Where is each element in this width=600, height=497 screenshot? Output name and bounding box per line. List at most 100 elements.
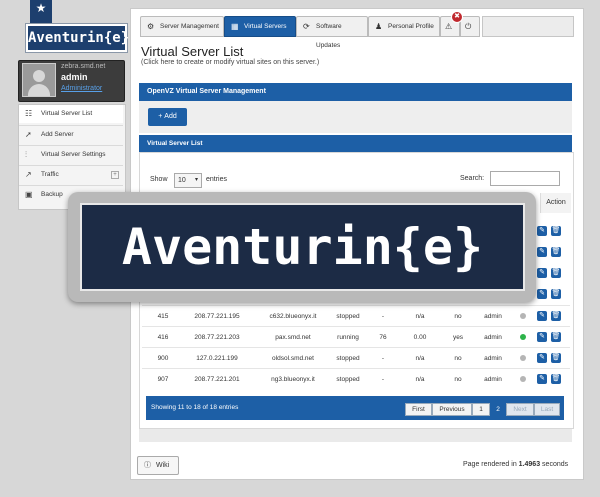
edit-icon[interactable]: ✎ bbox=[537, 268, 547, 278]
refresh-icon: ⟳ bbox=[303, 22, 310, 31]
cell-ip: 208.77.221.201 bbox=[194, 376, 240, 383]
cell-ip: 208.77.221.203 bbox=[194, 334, 240, 341]
status-dot bbox=[520, 355, 526, 361]
cell-col7: yes bbox=[452, 334, 464, 341]
pager-page-2-button[interactable]: 2 bbox=[490, 403, 506, 416]
tab-label: Personal Profile bbox=[388, 23, 434, 30]
arrow-icon: ➚ bbox=[25, 130, 32, 139]
pager-next-button[interactable]: Next bbox=[506, 403, 534, 416]
tab-logout[interactable]: ⏻ bbox=[460, 16, 480, 37]
cell-state: stopped bbox=[336, 376, 360, 383]
tab-server-management[interactable]: ⚙ Server Management bbox=[140, 16, 224, 37]
edit-icon[interactable]: ✎ bbox=[537, 226, 547, 236]
cell-state: stopped bbox=[336, 313, 360, 320]
sidebar-item-label: Backup bbox=[41, 191, 63, 198]
host-name: zebra.smd.net bbox=[61, 63, 106, 70]
user-role-link[interactable]: Administrator bbox=[61, 85, 102, 92]
tab-software-updates[interactable]: ⟳ Software Updates bbox=[296, 16, 368, 49]
edit-icon[interactable]: ✎ bbox=[537, 247, 547, 257]
cell-host: c632.blueonyx.it bbox=[269, 313, 317, 320]
status-dot bbox=[520, 334, 526, 340]
page-size-value: 10 bbox=[178, 177, 186, 184]
delete-icon[interactable]: 🗑 bbox=[551, 289, 561, 299]
delete-icon[interactable]: 🗑 bbox=[551, 247, 561, 257]
delete-icon[interactable]: 🗑 bbox=[551, 311, 561, 321]
add-label: Add bbox=[164, 113, 177, 120]
tab-virtual-servers[interactable]: ▦ Virtual Servers bbox=[224, 16, 296, 37]
add-button[interactable]: + Add bbox=[148, 108, 187, 126]
cell-id: 907 bbox=[157, 376, 169, 383]
cell-host: pax.smd.net bbox=[275, 334, 311, 341]
tab-bar: ⚙ Server Management ▦ Virtual Servers ⟳ … bbox=[140, 16, 574, 49]
action-column-header: Action bbox=[540, 193, 571, 213]
tab-label: Software Updates bbox=[316, 23, 342, 49]
row-actions: ✎ 🗑 bbox=[536, 289, 564, 301]
cell-host: oldsol.smd.net bbox=[272, 355, 314, 362]
delete-icon[interactable]: 🗑 bbox=[551, 332, 561, 342]
cell-col6: 0.00 bbox=[413, 334, 427, 341]
tab-label: Virtual Servers bbox=[244, 23, 287, 30]
edit-icon[interactable]: ✎ bbox=[537, 332, 547, 342]
list-header: Virtual Server List bbox=[139, 135, 572, 152]
sidebar-item-label: Virtual Server Settings bbox=[41, 151, 106, 158]
sidebar-item-traffic[interactable]: ↗ Traffic + bbox=[19, 165, 123, 184]
status-dot bbox=[520, 313, 526, 319]
sidebar-item-label: Traffic bbox=[41, 171, 59, 178]
edit-icon[interactable]: ✎ bbox=[537, 311, 547, 321]
edit-icon[interactable]: ✎ bbox=[537, 374, 547, 384]
sidebar-item-virtual-server-list[interactable]: ☷ Virtual Server List bbox=[19, 105, 123, 123]
delete-icon[interactable]: 🗑 bbox=[551, 268, 561, 278]
cell-state: stopped bbox=[336, 355, 360, 362]
sidebar-item-virtual-server-settings[interactable]: ⫶ Virtual Server Settings bbox=[19, 145, 123, 164]
entries-label: entries bbox=[206, 176, 228, 183]
wiki-button[interactable]: ⓘ Wiki bbox=[137, 456, 179, 475]
alert-badge: ✖ bbox=[451, 11, 463, 23]
edit-icon[interactable]: ✎ bbox=[537, 353, 547, 363]
render-suffix: seconds bbox=[542, 461, 569, 468]
sliders-icon: ⫶ bbox=[25, 150, 27, 159]
tab-bar-spacer bbox=[482, 16, 574, 37]
sidebar-item-label: Add Server bbox=[41, 131, 74, 138]
row-actions: ✎ 🗑 bbox=[536, 226, 564, 238]
page-title: Virtual Server List bbox=[141, 44, 244, 59]
cell-col5: 76 bbox=[379, 334, 387, 341]
render-time: Page rendered in 1.4963 seconds bbox=[463, 461, 568, 468]
render-prefix: Page rendered in bbox=[463, 461, 517, 468]
delete-icon[interactable]: 🗑 bbox=[551, 353, 561, 363]
disk-icon: ▣ bbox=[25, 190, 33, 199]
star-icon: ★ bbox=[35, 1, 47, 15]
expand-icon[interactable]: + bbox=[111, 171, 119, 179]
cell-state: running bbox=[337, 334, 359, 341]
status-dot bbox=[520, 376, 526, 382]
person-icon: ♟ bbox=[375, 22, 383, 31]
pager-first-button[interactable]: First bbox=[405, 403, 432, 416]
pager-previous-button[interactable]: Previous bbox=[432, 403, 472, 416]
tab-personal-profile[interactable]: ♟ Personal Profile bbox=[368, 16, 440, 37]
openvz-header: OpenVZ Virtual Server Management bbox=[139, 83, 572, 101]
delete-icon[interactable]: 🗑 bbox=[551, 374, 561, 384]
cell-col7: no bbox=[454, 313, 462, 320]
pager-last-button[interactable]: Last bbox=[534, 403, 560, 416]
show-label: Show bbox=[150, 176, 168, 183]
table-row: 900 127.0.221.199 oldsol.smd.net stopped - n/… bbox=[142, 347, 570, 369]
cell-id: 900 bbox=[157, 355, 169, 362]
edit-icon[interactable]: ✎ bbox=[537, 289, 547, 299]
render-value: 1.4963 bbox=[518, 461, 541, 468]
row-actions: ✎ 🗑 bbox=[536, 247, 564, 259]
delete-icon[interactable]: 🗑 bbox=[551, 226, 561, 236]
chart-icon: ↗ bbox=[25, 170, 32, 179]
openvz-toolbar bbox=[139, 101, 572, 133]
cell-id: 416 bbox=[157, 334, 169, 341]
cell-owner: admin bbox=[484, 313, 502, 320]
pager-page-1-button[interactable]: 1 bbox=[472, 403, 490, 416]
brand-logo[interactable]: Aventurin{e} bbox=[26, 24, 129, 52]
cell-owner: admin bbox=[484, 376, 502, 383]
sidebar-item-label: Virtual Server List bbox=[41, 110, 93, 117]
sidebar-item-add-server[interactable]: ➚ Add Server bbox=[19, 125, 123, 144]
cell-col6: n/a bbox=[415, 313, 425, 320]
page-size-select[interactable]: 10 ▾ bbox=[174, 173, 202, 188]
user-name: admin bbox=[61, 72, 88, 82]
info-icon: ⓘ bbox=[144, 462, 151, 469]
page-subtitle[interactable]: (Click here to create or modify virtual … bbox=[141, 59, 319, 66]
search-input[interactable] bbox=[490, 171, 560, 186]
